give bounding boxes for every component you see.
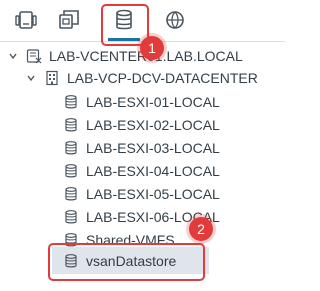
callout-badge: 1 bbox=[140, 36, 164, 60]
tree-node-datastore[interactable]: LAB-ESXI-03-LOCAL bbox=[63, 136, 220, 160]
chevron-down-icon[interactable] bbox=[26, 73, 36, 83]
tree-node-datacenter[interactable]: LAB-VCP-DCV-DATACENTER bbox=[26, 66, 258, 90]
datacenter-icon bbox=[44, 70, 60, 86]
datastore-label: LAB-ESXI-02-LOCAL bbox=[86, 117, 220, 133]
tree-node-datastore[interactable]: LAB-ESXI-01-LOCAL bbox=[63, 90, 220, 114]
vcenter-icon bbox=[26, 48, 42, 64]
datastore-icon bbox=[63, 186, 79, 202]
tab-vms-and-templates[interactable] bbox=[57, 8, 81, 32]
tab-hosts-and-clusters[interactable] bbox=[14, 8, 38, 32]
tree-node-datastore[interactable]: LAB-ESXI-04-LOCAL bbox=[63, 159, 220, 183]
hosts-clusters-icon bbox=[15, 11, 37, 29]
datastore-label: LAB-ESXI-03-LOCAL bbox=[86, 140, 220, 156]
datastore-icon bbox=[63, 94, 79, 110]
vms-templates-icon bbox=[59, 10, 79, 29]
datastore-icon bbox=[63, 209, 79, 225]
datastore-label: LAB-ESXI-04-LOCAL bbox=[86, 163, 220, 179]
datastore-icon bbox=[63, 117, 79, 133]
callout-highlight-vsan-datastore bbox=[48, 243, 205, 281]
tree-node-datastore[interactable]: LAB-ESXI-05-LOCAL bbox=[63, 182, 220, 206]
networking-icon bbox=[166, 11, 184, 29]
chevron-down-icon[interactable] bbox=[8, 51, 18, 61]
tree-node-label: LAB-VCP-DCV-DATACENTER bbox=[67, 70, 258, 86]
tree-node-datastore[interactable]: LAB-ESXI-02-LOCAL bbox=[63, 113, 220, 137]
datastore-label: LAB-ESXI-05-LOCAL bbox=[86, 186, 220, 202]
callout-badge: 2 bbox=[189, 217, 213, 241]
datastore-label: LAB-ESXI-01-LOCAL bbox=[86, 94, 220, 110]
tab-networking[interactable] bbox=[163, 8, 187, 32]
tree-node-vcenter[interactable]: LAB-VCENTER01.LAB.LOCAL bbox=[8, 44, 243, 68]
datastore-icon bbox=[63, 163, 79, 179]
datastore-icon bbox=[63, 140, 79, 156]
